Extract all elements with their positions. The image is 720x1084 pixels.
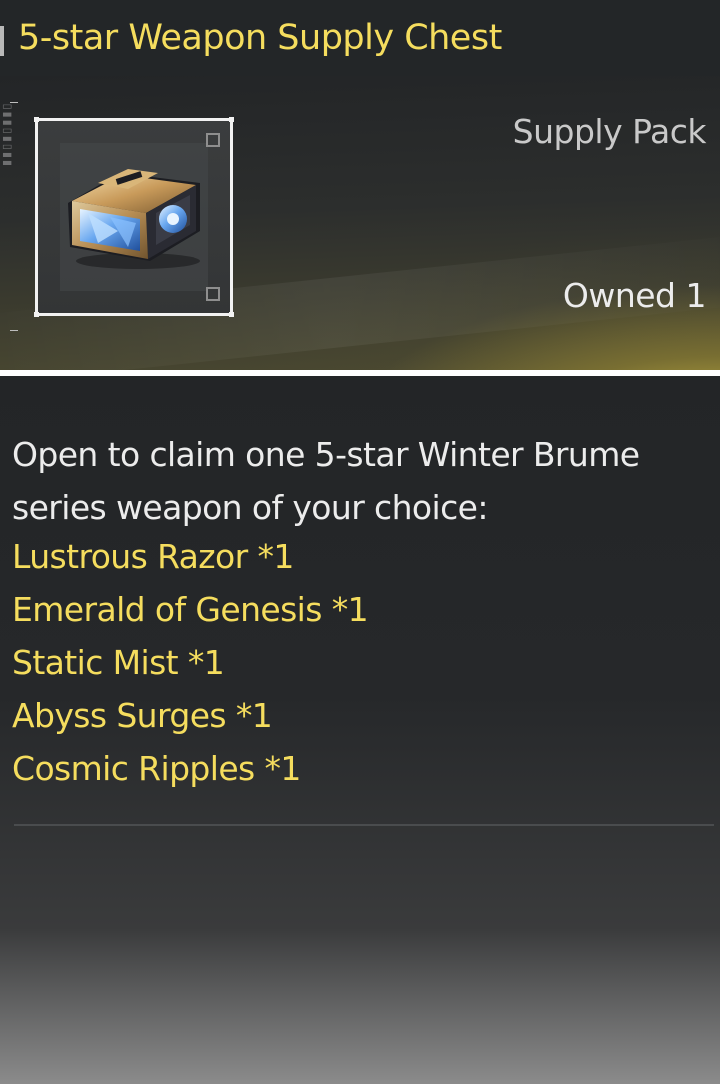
owned-count-label: Owned 1 (562, 276, 707, 315)
weapon-choice-item: Cosmic Ripples *1 (12, 749, 301, 788)
frame-corner-dot (229, 117, 234, 122)
frame-glyph-icon (206, 287, 220, 301)
frame-glyph-icon (206, 133, 220, 147)
item-title: 5-star Weapon Supply Chest (18, 18, 502, 58)
weapon-supply-chest-icon (68, 169, 200, 269)
item-hero-panel: ▮▮▯▮▯▮▮▯ Supply Pack Owned 1 (0, 76, 720, 370)
description-rule (14, 824, 714, 826)
title-accent-bar (0, 26, 4, 56)
item-type-label: Supply Pack (512, 112, 707, 151)
corner-mark-bottom (10, 330, 18, 339)
weapon-choice-list: Lustrous Razor *1 Emerald of Genesis *1 … (12, 530, 369, 795)
item-description-text: Open to claim one 5-star Winter Brume se… (12, 435, 640, 527)
frame-corner-dot (34, 117, 39, 122)
item-frame-side-glyphs: ▮▮▯▮▯▮▮▯ (0, 101, 13, 166)
weapon-choice-item: Static Mist *1 (12, 643, 225, 682)
title-bar: 5-star Weapon Supply Chest (0, 0, 720, 76)
item-icon-frame (34, 117, 234, 317)
weapon-choice-item: Abyss Surges *1 (12, 696, 273, 735)
weapon-choice-item: Emerald of Genesis *1 (12, 590, 369, 629)
weapon-choice-item: Lustrous Razor *1 (12, 537, 294, 576)
frame-corner-dot (34, 312, 39, 317)
frame-corner-dot (229, 312, 234, 317)
